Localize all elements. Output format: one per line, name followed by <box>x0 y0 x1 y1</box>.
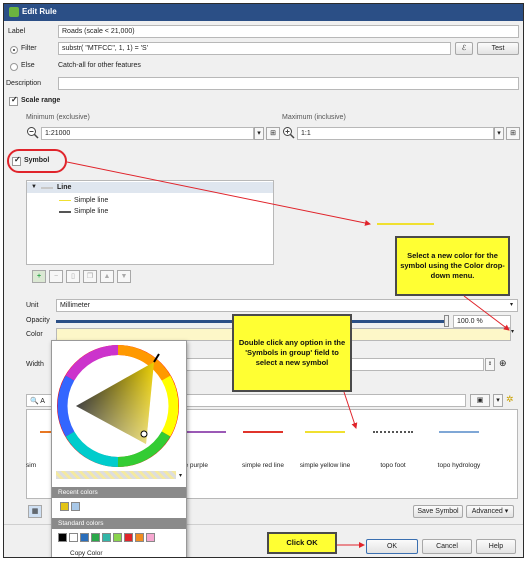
annotation-arrows <box>66 161 510 548</box>
edit-rule-dialog: Edit Rule Label Roads (scale < 21,000) F… <box>3 3 524 558</box>
